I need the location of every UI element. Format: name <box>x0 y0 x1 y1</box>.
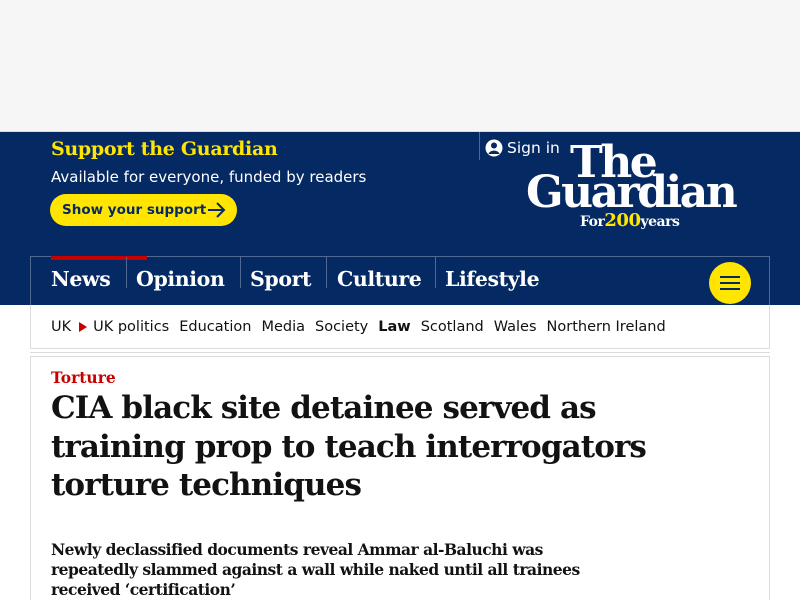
menu-line <box>720 288 740 290</box>
menu-line <box>720 276 740 278</box>
pillar-news[interactable]: News <box>51 256 148 305</box>
guardian-logo[interactable]: The Guardian For200years <box>524 138 754 234</box>
arrow-right-icon <box>208 202 226 218</box>
article-standfirst: Newly declassified documents reveal Amma… <box>51 540 580 599</box>
menu-button[interactable] <box>709 262 751 304</box>
show-support-button[interactable]: Show your support <box>50 194 237 226</box>
pillar-lifestyle[interactable]: Lifestyle <box>445 257 540 305</box>
divider <box>30 352 770 353</box>
subnav-uk[interactable]: UK <box>51 319 71 335</box>
subnav-society[interactable]: Society <box>315 319 368 335</box>
article-headline: CIA black site detainee served as traini… <box>51 390 647 503</box>
article: Torture CIA black site detainee served a… <box>30 357 770 600</box>
tagline-suffix: years <box>640 214 680 230</box>
pillar-divider <box>435 257 436 288</box>
sub-navigation: UK UK politics Education Media Society L… <box>30 305 770 349</box>
subnav-media[interactable]: Media <box>261 319 305 335</box>
pillar-culture[interactable]: Culture <box>337 257 422 305</box>
account-icon <box>485 139 503 157</box>
pillar-divider <box>326 257 327 288</box>
subnav-law[interactable]: Law <box>378 319 410 335</box>
support-title: Support the Guardian <box>51 138 278 160</box>
tagline-prefix: For <box>580 214 605 230</box>
support-subtitle: Available for everyone, funded by reader… <box>51 168 367 186</box>
subnav-arrow-icon <box>79 322 88 332</box>
tagline-number: 200 <box>604 210 641 231</box>
masthead: Support the Guardian Available for every… <box>0 132 800 305</box>
subnav-scotland[interactable]: Scotland <box>421 319 484 335</box>
subnav-wales[interactable]: Wales <box>494 319 537 335</box>
menu-line <box>720 282 740 284</box>
advertisement-slot <box>0 0 800 132</box>
subnav-northern-ireland[interactable]: Northern Ireland <box>547 319 666 335</box>
pillar-divider <box>240 257 241 288</box>
divider <box>30 348 770 349</box>
show-support-label: Show your support <box>62 202 207 218</box>
pillar-sport[interactable]: Sport <box>250 257 311 305</box>
pillar-navigation: News Opinion Sport Culture Lifestyle <box>30 256 770 305</box>
subnav-education[interactable]: Education <box>179 319 251 335</box>
logo-tagline: For200years <box>580 210 680 231</box>
signin-divider <box>479 132 480 160</box>
subnav-uk-politics[interactable]: UK politics <box>93 319 169 335</box>
article-kicker[interactable]: Torture <box>51 368 116 387</box>
pillar-divider <box>126 257 127 288</box>
pillar-opinion[interactable]: Opinion <box>136 257 225 305</box>
